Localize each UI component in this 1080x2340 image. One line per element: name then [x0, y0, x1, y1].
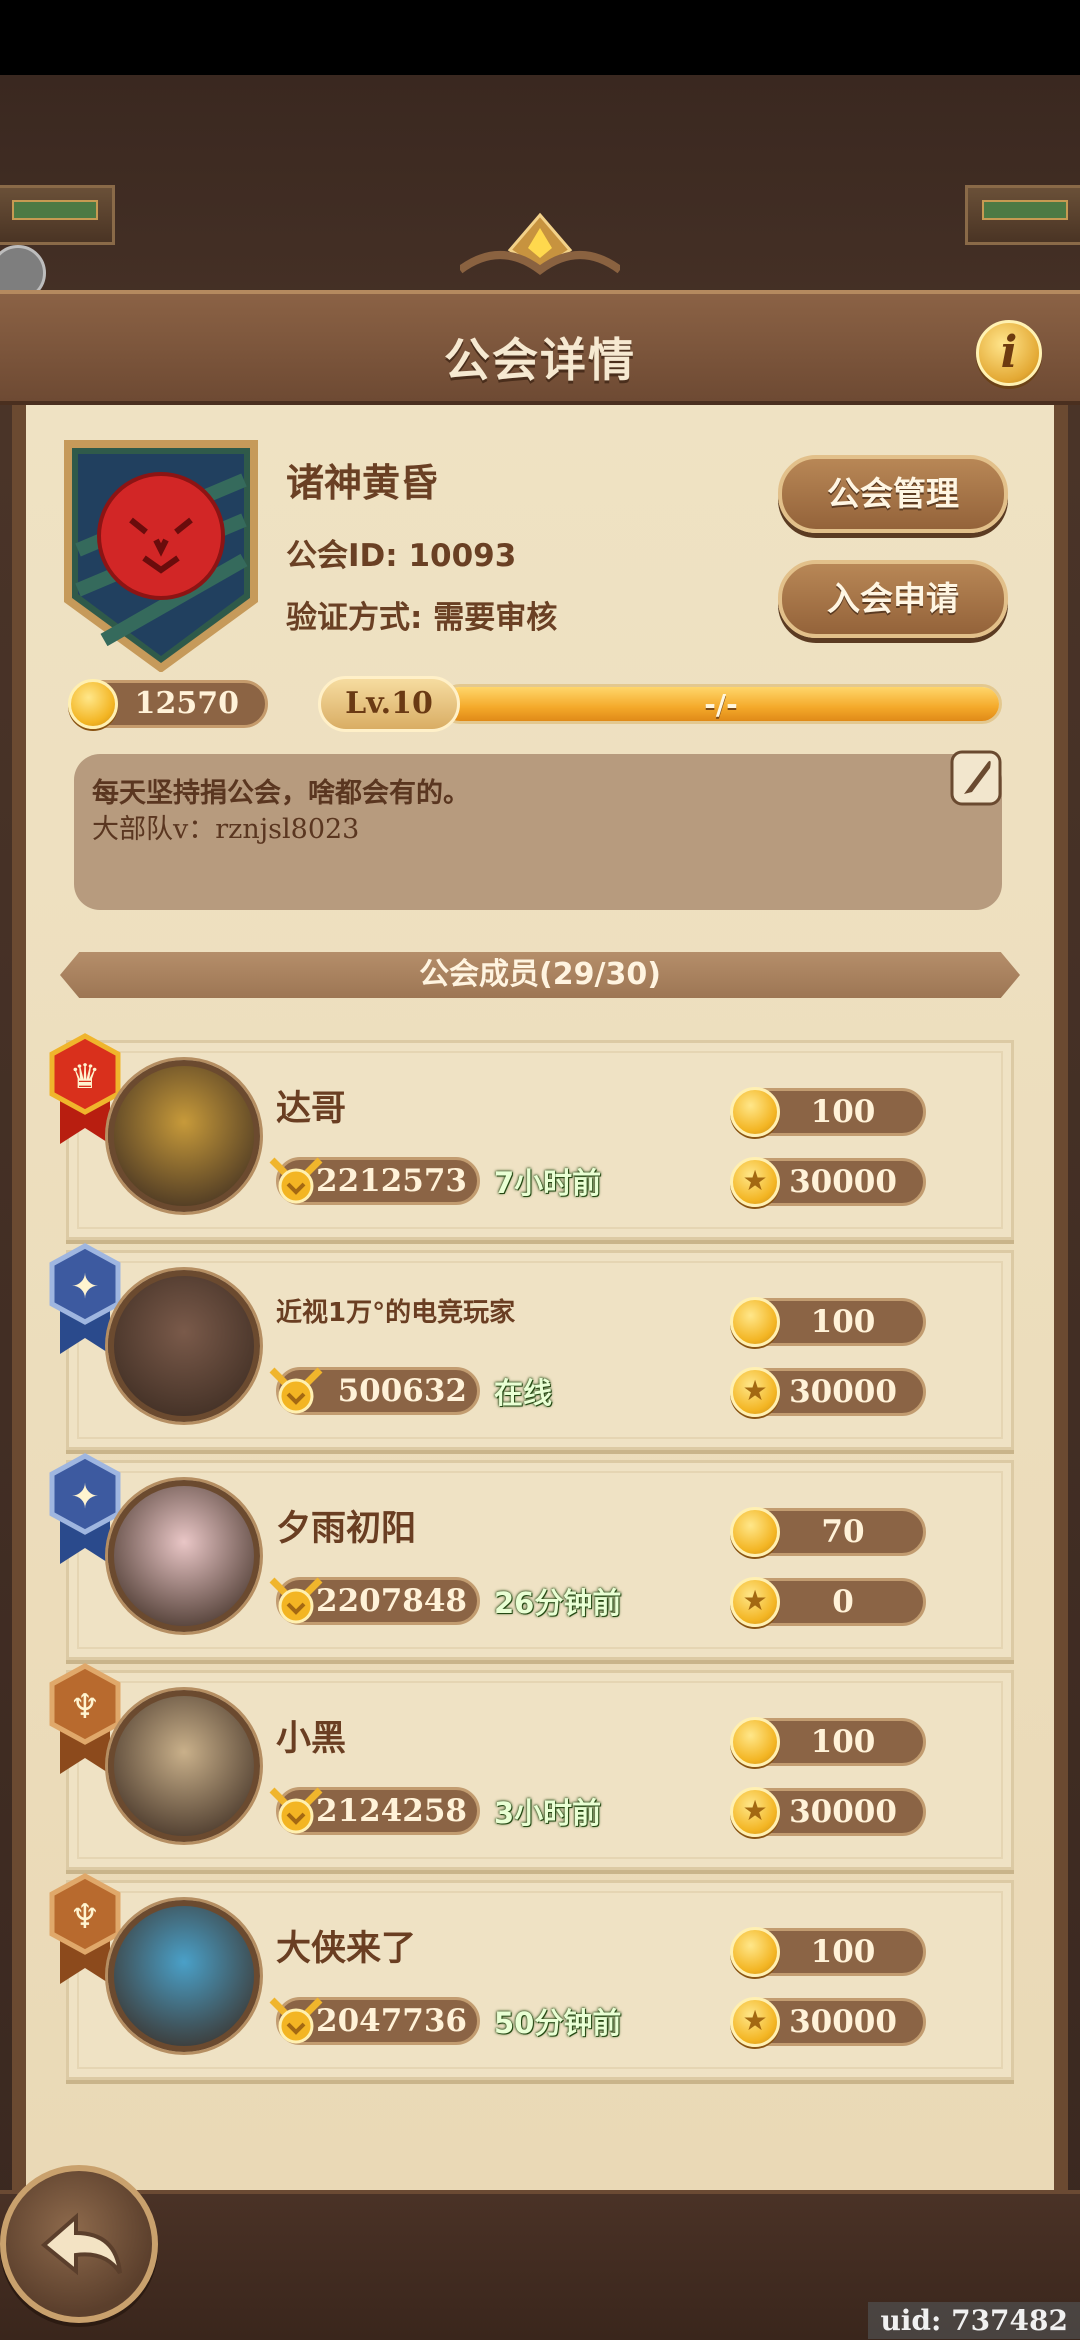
- member-avatar[interactable]: [108, 1060, 260, 1212]
- member-last-online: 在线: [494, 1376, 553, 1410]
- coin-icon: [730, 1297, 780, 1347]
- member-avatar[interactable]: [108, 1900, 260, 2052]
- pillar-right: [965, 185, 1080, 245]
- svg-text:♆: ♆: [70, 1897, 100, 1937]
- power-swords-icon: [269, 1577, 323, 1624]
- coin-icon: [730, 1927, 780, 1977]
- medal-coin-icon: [730, 1787, 780, 1837]
- power-swords-icon: [269, 1367, 323, 1414]
- page-title: 公会详情: [444, 333, 636, 387]
- coin-icon: [68, 679, 118, 729]
- guild-name: 诸神黄昏: [286, 461, 439, 505]
- member-last-online: 50分钟前: [494, 2006, 622, 2040]
- power-swords-icon: [269, 1157, 323, 1204]
- coin-icon: [730, 1507, 780, 1557]
- join-requests-button[interactable]: 入会申请: [778, 560, 1008, 638]
- coin-icon: [730, 1717, 780, 1767]
- member-avatar[interactable]: [108, 1480, 260, 1632]
- member-last-online: 3小时前: [494, 1796, 602, 1830]
- info-button[interactable]: i: [976, 320, 1042, 386]
- back-button[interactable]: [0, 2165, 158, 2323]
- svg-text:✦: ✦: [71, 1267, 100, 1307]
- power-swords-icon: [269, 1787, 323, 1834]
- member-last-online: 7小时前: [494, 1166, 602, 1200]
- svg-text:♛: ♛: [70, 1057, 100, 1097]
- level-progress-text: -/-: [704, 688, 738, 721]
- members-header: 公会成员(29/30): [60, 952, 1020, 998]
- uid-label: uid: 737482: [868, 2302, 1080, 2339]
- medal-coin-icon: [730, 1367, 780, 1417]
- member-avatar[interactable]: [108, 1690, 260, 1842]
- medal-coin-icon: [730, 1157, 780, 1207]
- guild-id: 公会ID: 10093: [286, 538, 517, 574]
- status-bar: [0, 0, 1080, 75]
- back-arrow-icon: [40, 2212, 122, 2276]
- guild-level: Lv.10: [318, 676, 460, 732]
- quill-edit-icon[interactable]: [950, 748, 1002, 808]
- member-name: 近视1万°的电竞玩家: [276, 1298, 516, 1328]
- header-bar: 公会详情 i: [0, 290, 1080, 405]
- power-swords-icon: [269, 1997, 323, 2044]
- svg-text:♆: ♆: [70, 1687, 100, 1727]
- member-name: 达哥: [276, 1089, 347, 1129]
- guild-manage-button[interactable]: 公会管理: [778, 455, 1008, 533]
- member-name: 小黑: [276, 1719, 347, 1759]
- coin-icon: [730, 1087, 780, 1137]
- member-avatar[interactable]: [108, 1270, 260, 1422]
- member-name: 大侠来了: [276, 1929, 417, 1969]
- guild-notice: 每天坚持捐公会，啥都会有的。 大部队v：rznjsl8023: [74, 750, 1002, 910]
- medal-coin-icon: [730, 1997, 780, 2047]
- svg-text:✦: ✦: [71, 1477, 100, 1517]
- member-last-online: 26分钟前: [494, 1586, 622, 1620]
- notice-line-2: 大部队v：rznjsl8023: [92, 814, 360, 845]
- pillar-left: [0, 185, 115, 245]
- member-name: 夕雨初阳: [276, 1509, 417, 1549]
- guild-badge-icon: [64, 440, 258, 672]
- medal-coin-icon: [730, 1577, 780, 1627]
- guild-verify-mode: 验证方式: 需要审核: [286, 600, 558, 636]
- notice-line-1: 每天坚持捐公会，啥都会有的。: [92, 778, 470, 809]
